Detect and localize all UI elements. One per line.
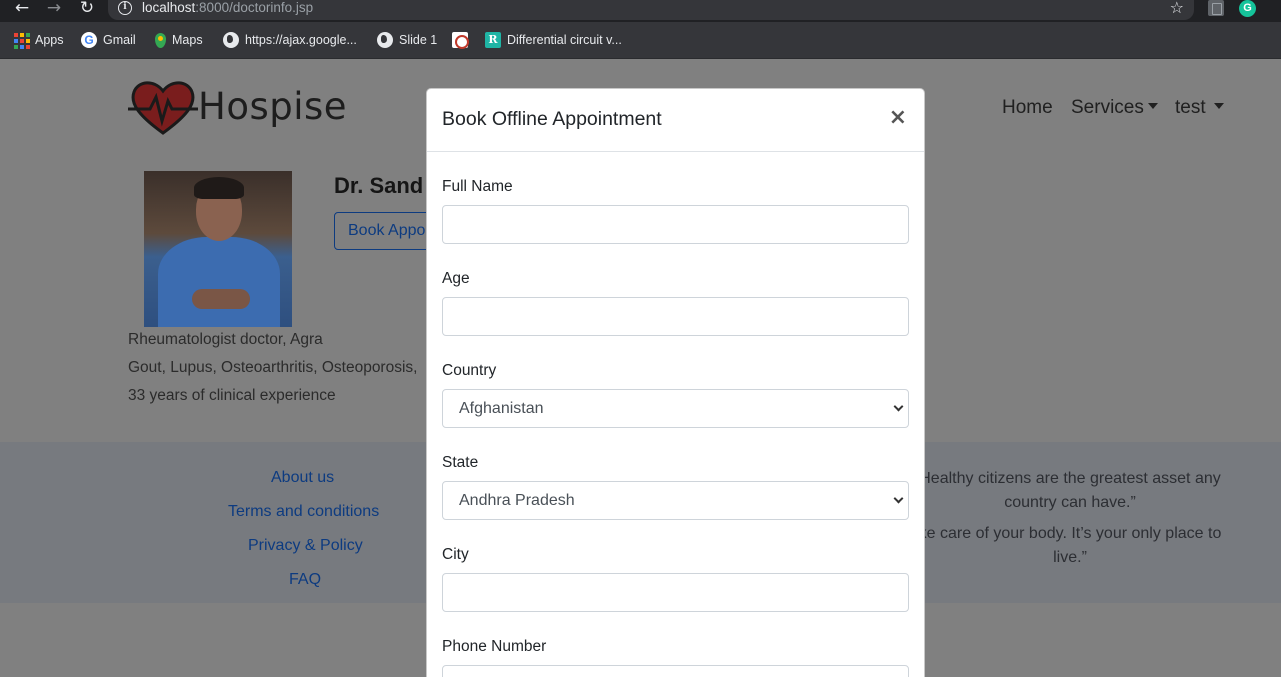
book-appointment-modal: Book Offline Appointment × Full Name Age… [426, 88, 925, 677]
age-input[interactable] [442, 297, 909, 336]
doctor-photo [144, 171, 292, 327]
close-icon[interactable]: × [889, 106, 907, 130]
globe-icon [377, 32, 393, 48]
footer-link-privacy[interactable]: Privacy & Policy [248, 537, 363, 555]
full-name-input[interactable] [442, 205, 909, 244]
bookmark-label: Maps [172, 33, 203, 47]
doctor-conditions: Gout, Lupus, Osteoarthritis, Osteoporosi… [128, 359, 418, 376]
slide-thumbnail-icon [452, 32, 469, 49]
apps-grid-icon [13, 32, 30, 49]
bookmark-label: Gmail [103, 33, 136, 47]
bookmark-star-icon[interactable]: ☆ [1170, 0, 1184, 16]
nav-user-menu[interactable]: test [1175, 97, 1224, 119]
bookmark-differential-circuit[interactable]: R Differential circuit v... [485, 31, 622, 49]
caret-down-icon [1213, 103, 1224, 109]
phone-number-input[interactable] [442, 665, 909, 677]
doctor-name: Dr. Sand [334, 173, 424, 198]
state-label: State [442, 454, 479, 471]
caret-down-icon [1147, 103, 1158, 109]
back-arrow-icon[interactable]: ← [11, 0, 33, 18]
chevron-down-icon [893, 493, 904, 504]
url-host: localhost [142, 0, 196, 15]
footer-quote-2: ke care of your body. It’s your only pla… [900, 522, 1240, 570]
quote-line: country can have.” [1004, 494, 1136, 511]
bookmark-apps[interactable]: Apps [13, 31, 64, 49]
nav-services[interactable]: Services [1071, 97, 1158, 119]
footer-quote-1: Healthy citizens are the greatest asset … [900, 467, 1240, 515]
bookmark-maps[interactable]: Maps [155, 31, 203, 49]
city-input[interactable] [442, 573, 909, 612]
nav-user-label: test [1175, 97, 1206, 118]
modal-header: Book Offline Appointment × [427, 89, 924, 152]
bookmark-gmail[interactable]: G Gmail [81, 31, 136, 49]
phone-number-label: Phone Number [442, 638, 547, 655]
url-path: :8000/doctorinfo.jsp [195, 0, 314, 15]
age-label: Age [442, 270, 470, 287]
city-label: City [442, 546, 469, 563]
bookmark-label: Differential circuit v... [507, 33, 622, 47]
modal-title: Book Offline Appointment [442, 108, 662, 130]
nav-services-label: Services [1071, 97, 1144, 118]
address-bar[interactable]: i localhost:8000/doctorinfo.jsp ☆ [108, 0, 1194, 20]
state-select[interactable]: Andhra Pradesh [442, 481, 909, 520]
logo-text: Hospise [198, 85, 348, 128]
footer-link-faq[interactable]: FAQ [289, 571, 321, 589]
google-g-icon: G [81, 32, 97, 48]
grammarly-extension-icon[interactable]: G [1239, 0, 1256, 17]
globe-icon [223, 32, 239, 48]
bookmark-label: Apps [35, 33, 64, 47]
maps-pin-icon [155, 32, 166, 48]
state-selected-value: Andhra Pradesh [459, 491, 575, 509]
footer-link-about[interactable]: About us [271, 469, 334, 487]
footer-link-terms[interactable]: Terms and conditions [228, 503, 379, 521]
country-selected-value: Afghanistan [459, 399, 544, 417]
heart-pulse-icon [128, 79, 198, 135]
doctor-specialty: Rheumatologist doctor, Agra [128, 331, 323, 348]
chevron-down-icon [893, 401, 904, 412]
quote-line: live.” [1053, 549, 1087, 566]
extension-icon[interactable] [1208, 0, 1224, 16]
bookmark-label: https://ajax.google... [245, 33, 357, 47]
reload-icon[interactable]: ↻ [76, 0, 98, 18]
bookmark-ajax-google[interactable]: https://ajax.google... [223, 31, 357, 49]
site-info-icon[interactable]: i [118, 1, 132, 15]
researchgate-r-icon: R [485, 32, 501, 48]
quote-line: Healthy citizens are the greatest asset … [919, 470, 1221, 487]
bookmark-slide-1[interactable]: Slide 1 [377, 31, 437, 49]
forward-arrow-icon[interactable]: → [43, 0, 65, 18]
browser-toolbar: ← → ↻ i localhost:8000/doctorinfo.jsp ☆ … [0, 0, 1281, 22]
full-name-label: Full Name [442, 178, 513, 195]
bookmark-label: Slide 1 [399, 33, 438, 47]
bookmark-slide-thumbnail[interactable] [452, 31, 469, 49]
doctor-experience: 33 years of clinical experience [128, 387, 336, 404]
site-logo[interactable]: Hospise [128, 79, 347, 135]
quote-line: ke care of your body. It’s your only pla… [918, 525, 1222, 542]
country-select[interactable]: Afghanistan [442, 389, 909, 428]
nav-home[interactable]: Home [1002, 97, 1053, 119]
bookmarks-bar: Apps G Gmail Maps https://ajax.google...… [0, 22, 1281, 59]
url-text[interactable]: localhost:8000/doctorinfo.jsp [142, 0, 313, 16]
country-label: Country [442, 362, 497, 379]
